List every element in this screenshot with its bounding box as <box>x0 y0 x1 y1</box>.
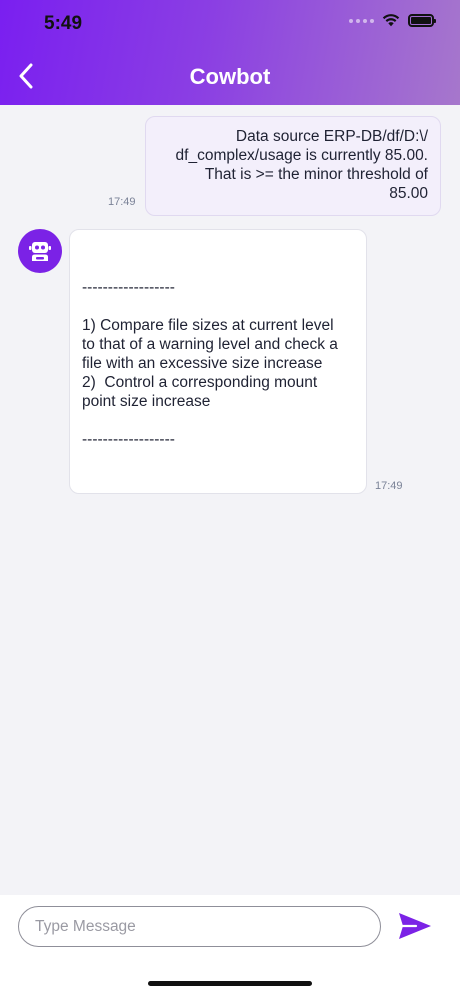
message-line: file with an excessive size increase <box>82 355 323 372</box>
user-message-timestamp: 17:49 <box>108 196 136 208</box>
message-line: 85.00 <box>389 185 428 202</box>
message-line: 1) Compare file sizes at current level <box>82 317 334 334</box>
composer-bar <box>0 895 460 996</box>
status-bar: 5:49 <box>0 0 460 50</box>
message-line: Data source ERP-DB/df/D:\/ <box>235 128 428 145</box>
message-input[interactable] <box>18 906 381 947</box>
bot-message-bubble: ------------------ 1) Compare file sizes… <box>69 229 367 494</box>
message-line: 2) Control a corresponding mount <box>82 374 318 391</box>
bot-avatar <box>18 229 62 273</box>
bot-message-timestamp: 17:49 <box>375 480 403 492</box>
wifi-icon <box>382 14 400 27</box>
status-icons <box>349 14 436 27</box>
message-line: ------------------ <box>82 431 175 448</box>
message-line-blank <box>82 411 354 430</box>
signal-icon <box>349 18 374 23</box>
home-indicator <box>148 981 312 986</box>
battery-icon <box>408 14 436 27</box>
user-message-bubble: Data source ERP-DB/df/D:\/ df_complex/us… <box>145 116 441 216</box>
robot-icon <box>29 242 51 261</box>
message-line: point size increase <box>82 393 211 410</box>
message-line: df_complex/usage is currently 85.00. <box>175 147 428 164</box>
app-header: 5:49 Cowbot <box>0 0 460 105</box>
status-time: 5:49 <box>44 13 83 34</box>
message-line: to that of a warning level and check a <box>82 336 338 353</box>
page-title: Cowbot <box>189 64 271 89</box>
message-line: ------------------ <box>82 279 175 296</box>
send-icon <box>399 913 431 939</box>
message-line-blank <box>82 297 354 316</box>
nav-bar: Cowbot <box>0 50 460 105</box>
chat-area[interactable]: Data source ERP-DB/df/D:\/ df_complex/us… <box>0 105 460 895</box>
message-line: That is >= the minor threshold of <box>204 166 428 183</box>
send-button[interactable] <box>396 909 434 943</box>
